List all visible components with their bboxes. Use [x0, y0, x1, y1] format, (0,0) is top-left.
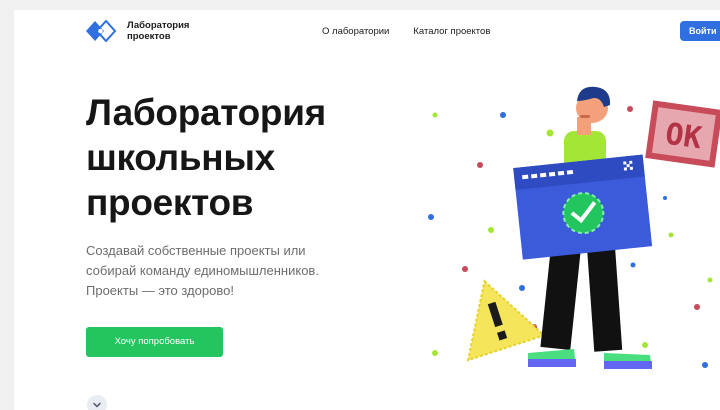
logo-icon [86, 20, 117, 42]
ok-sign-text: OK [663, 117, 704, 157]
main-nav: О лаборатории Каталог проектов [322, 26, 490, 37]
login-button[interactable]: Войти [680, 21, 720, 41]
hero-subtitle-line-3: Проекты — это здорово! [86, 283, 234, 298]
nav-about[interactable]: О лаборатории [322, 26, 389, 37]
hero-title-line-1: Лаборатория [86, 92, 326, 133]
nav-catalog[interactable]: Каталог проектов [413, 26, 490, 37]
chevron-down-icon [93, 402, 101, 408]
logo-line-2: проектов [127, 31, 171, 42]
hero-subtitle-line-1: Создавай собственные проекты или [86, 243, 306, 258]
hero-subtitle-line-2: собирай команду единомышленников. [86, 263, 319, 278]
logo-text: Лаборатория проектов [127, 20, 189, 42]
hero-title-line-2: школьных [86, 137, 275, 178]
ok-sign: OK [645, 100, 720, 168]
logo-line-1: Лаборатория [127, 20, 190, 31]
hero-title-line-3: проектов [86, 182, 254, 223]
try-button[interactable]: Хочу попробовать [86, 327, 223, 357]
logo[interactable]: Лаборатория проектов [86, 20, 189, 42]
hero-title: Лаборатория школьных проектов [86, 90, 326, 225]
warning-icon [466, 279, 547, 362]
hero-subtitle: Создавай собственные проекты или собирай… [86, 241, 386, 301]
page: Лаборатория проектов О лаборатории Катал… [14, 10, 720, 410]
login-button-label: Войти [689, 26, 717, 36]
scroll-down-button[interactable] [87, 395, 107, 410]
browser-card [513, 154, 653, 260]
hero-illustration: OK [428, 86, 720, 369]
